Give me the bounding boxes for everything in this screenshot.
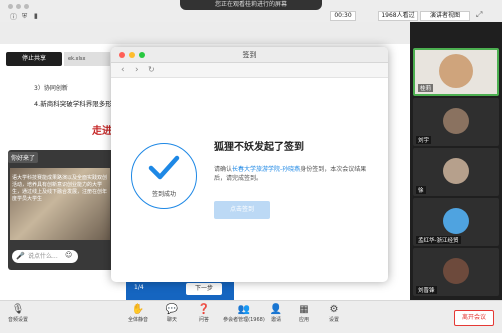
document-line: 3）协同创新 [34, 85, 68, 92]
participant-name: 徐 [416, 186, 426, 194]
gear-icon: ⚙ [329, 304, 339, 315]
emoji-icon[interactable]: ☺ [65, 251, 72, 259]
desc-prefix: 请确认 [214, 166, 233, 173]
video-tile[interactable]: 桂莉 [413, 48, 499, 96]
dialog-titlebar: 签到 [111, 47, 388, 63]
chat-header: 你好来了 [8, 152, 39, 163]
hand-icon: ✋ [131, 304, 145, 315]
sharing-status-banner: 您正在观看桂莉进行的屏幕 [180, 0, 322, 10]
stop-share-button[interactable]: 停止共享 [6, 52, 62, 66]
participant-name: 桂莉 [418, 84, 434, 92]
view-switcher[interactable]: 演讲者视图 [420, 11, 470, 21]
signin-dialog: 签到 ‹ › ↻ 签到成功 狐狸不妖发起了签到 请确认长春大学旅游学院-孙晓燕身… [111, 47, 388, 282]
qa-button[interactable]: ❓ 问答 [186, 304, 222, 324]
dialog-heading: 狐狸不妖发起了签到 [214, 142, 304, 153]
microphone-icon[interactable]: 🎤 [16, 252, 25, 260]
slide-title: 走进 [92, 126, 112, 137]
participant-name: 刘晋锋 [416, 286, 437, 294]
avatar [443, 208, 469, 234]
participant-name: 刘宇 [416, 136, 432, 144]
leave-meeting-button[interactable]: 离开会议 [454, 310, 494, 326]
chat-icon: 💬 [165, 304, 179, 315]
participant-name: 孟红华-浙江经贸 [416, 236, 461, 244]
success-label: 签到成功 [151, 191, 176, 198]
page-number: 1/4 [134, 284, 144, 291]
back-icon[interactable]: ‹ [121, 64, 125, 76]
document-line: 4.新商科突破学科界限多形态 [34, 100, 119, 108]
mute-all-button[interactable]: ✋ 全体静音 [120, 304, 156, 324]
chat-message: 语大学科技赛能成果路演以及全面实践双创活动，培养具有创新意识创业能力的大学生，通… [12, 175, 108, 202]
viewer-count[interactable]: 1968人看过 [378, 11, 418, 21]
info-icon[interactable]: ⓘ [10, 12, 17, 22]
audio-settings-button[interactable]: 🎙 音频设置 [0, 304, 36, 324]
next-page-button[interactable]: 下一步 [186, 283, 222, 295]
avatar [439, 54, 473, 88]
avatar [443, 108, 469, 134]
avatar [443, 258, 469, 284]
dialog-title: 签到 [242, 51, 257, 59]
avatar [443, 158, 469, 184]
signin-button[interactable]: 点击签到 [214, 201, 270, 219]
top-bar: 您正在观看桂莉进行的屏幕 ⓘ ⛨ ▮ 00:30 1968人看过 演讲者视图 ⤢ [0, 0, 502, 22]
shield-icon[interactable]: ⛨ [22, 12, 27, 21]
forward-icon[interactable]: › [135, 64, 139, 76]
microphone-icon: 🎙 [11, 304, 25, 315]
org-link[interactable]: 长春大学旅游学院-孙晓燕 [232, 166, 300, 173]
window-controls [8, 4, 29, 9]
video-tile[interactable]: 刘晋锋 [413, 248, 499, 296]
checkmark-icon [148, 155, 180, 180]
signal-icon[interactable]: ▮ [34, 12, 38, 20]
video-tile[interactable]: 孟红华-浙江经贸 [413, 198, 499, 246]
shared-screen-strip [0, 22, 410, 44]
chat-button[interactable]: 💬 聊天 [154, 304, 190, 324]
refresh-icon[interactable]: ↻ [148, 64, 155, 76]
dialog-description: 请确认长春大学旅游学院-孙晓燕身份签到，本次会议结果后，请完成签到。 [214, 165, 374, 183]
question-icon: ❓ [197, 304, 211, 315]
fullscreen-icon[interactable]: ⤢ [476, 11, 494, 21]
video-tile[interactable]: 刘宇 [413, 98, 499, 146]
meeting-timer: 00:30 [330, 11, 356, 21]
shared-browser-tab: ek.xlsx [64, 52, 110, 66]
video-tile[interactable]: 徐 [413, 148, 499, 196]
settings-button[interactable]: ⚙ 设置 [316, 304, 352, 324]
